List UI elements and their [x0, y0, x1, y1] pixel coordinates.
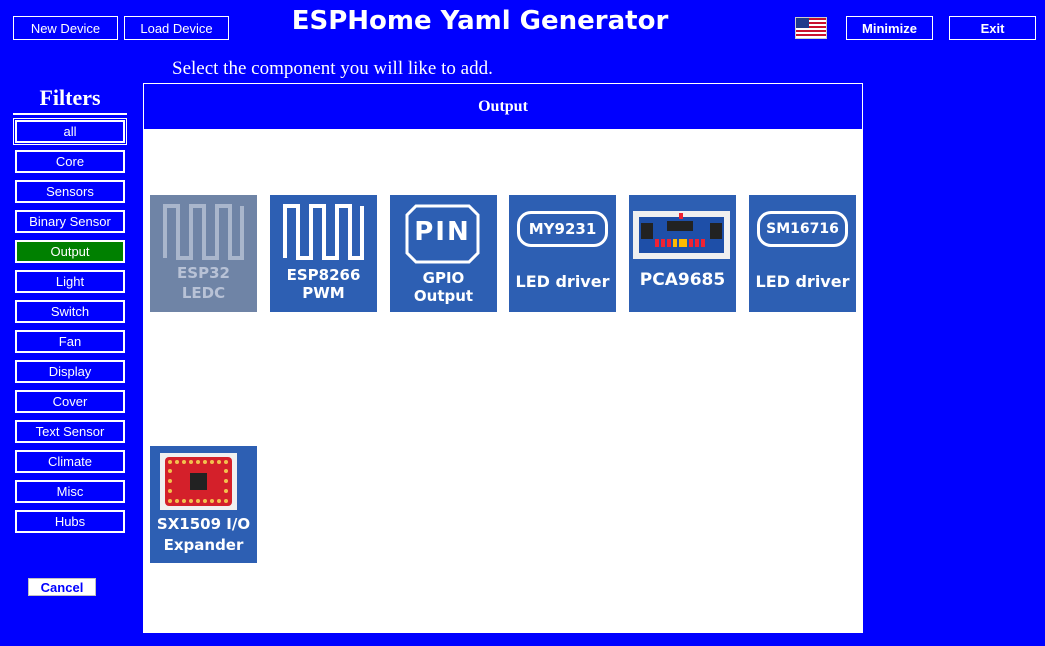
filter-core[interactable]: Core: [15, 150, 125, 173]
new-device-button[interactable]: New Device: [13, 16, 118, 40]
app-title: ESPHome Yaml Generator: [291, 6, 669, 36]
filter-climate[interactable]: Climate: [15, 450, 125, 473]
chip-label-icon: SM16716: [757, 211, 848, 247]
component-pca9685[interactable]: PCA9685: [629, 195, 736, 312]
filters-divider: [13, 113, 127, 115]
component-label: SX1509 I/O: [156, 515, 251, 533]
component-panel: Output ESP32 LEDC ESP8266 PWM PIN GPIO O…: [143, 83, 863, 633]
component-label: ESP32: [177, 264, 230, 282]
filter-misc[interactable]: Misc: [15, 480, 125, 503]
pca9685-board-image: [633, 211, 730, 259]
instruction-text: Select the component you will like to ad…: [172, 58, 493, 79]
filter-fan[interactable]: Fan: [15, 330, 125, 353]
component-label: ESP8266: [286, 266, 361, 284]
chip-label-icon: MY9231: [517, 211, 608, 247]
component-esp32-ledc[interactable]: ESP32 LEDC: [150, 195, 257, 312]
component-label: Output: [413, 287, 474, 305]
component-label: PCA9685: [639, 270, 726, 290]
component-label: GPIO: [422, 269, 465, 287]
sx1509-board-image: [160, 453, 237, 510]
component-gpio-output[interactable]: PIN GPIO Output: [390, 195, 497, 312]
component-label: LED driver: [755, 272, 850, 291]
component-esp8266-pwm[interactable]: ESP8266 PWM: [270, 195, 377, 312]
component-label: LEDC: [181, 284, 226, 302]
filter-hubs[interactable]: Hubs: [15, 510, 125, 533]
filters-title: Filters: [39, 85, 101, 110]
minimize-button[interactable]: Minimize: [846, 16, 933, 40]
panel-title: Output: [143, 83, 863, 130]
component-label: PWM: [302, 284, 345, 302]
filter-text-sensor[interactable]: Text Sensor: [15, 420, 125, 443]
component-label: Expander: [163, 536, 244, 554]
component-sm16716[interactable]: SM16716 LED driver: [749, 195, 856, 312]
filter-all[interactable]: all: [13, 118, 127, 145]
filter-light[interactable]: Light: [15, 270, 125, 293]
filter-binary-sensor[interactable]: Binary Sensor: [15, 210, 125, 233]
component-my9231[interactable]: MY9231 LED driver: [509, 195, 616, 312]
load-device-button[interactable]: Load Device: [124, 16, 229, 40]
filter-cover[interactable]: Cover: [15, 390, 125, 413]
square-wave-icon: [163, 204, 244, 260]
cancel-button[interactable]: Cancel: [28, 578, 96, 596]
filter-output[interactable]: Output: [15, 240, 125, 263]
filter-sensors[interactable]: Sensors: [15, 180, 125, 203]
square-wave-icon: [283, 204, 364, 260]
component-sx1509[interactable]: SX1509 I/O Expander: [150, 446, 257, 563]
component-label: LED driver: [515, 272, 610, 291]
filter-display[interactable]: Display: [15, 360, 125, 383]
exit-button[interactable]: Exit: [949, 16, 1036, 40]
filter-switch[interactable]: Switch: [15, 300, 125, 323]
us-flag-icon[interactable]: [795, 17, 827, 39]
pin-icon: PIN: [404, 203, 481, 265]
